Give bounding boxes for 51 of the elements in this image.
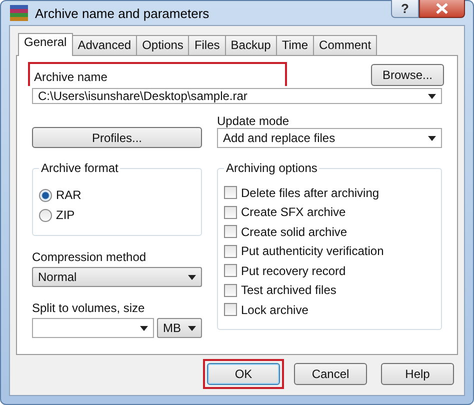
checkbox[interactable] xyxy=(224,225,237,238)
radio-button[interactable] xyxy=(39,208,52,222)
checkbox-label: Create solid archive xyxy=(241,224,348,239)
dropdown[interactable]: Add and replace files xyxy=(217,128,442,148)
tab[interactable]: Comment xyxy=(313,35,378,55)
checkbox[interactable] xyxy=(224,303,237,316)
profiles-button[interactable]: Profiles... xyxy=(32,127,202,148)
dialog-button[interactable]: Cancel xyxy=(294,363,367,385)
close-icon xyxy=(436,2,448,14)
dropdown[interactable]: C:\Users\isunshare\Desktop\sample.rar xyxy=(32,88,442,104)
dropdown[interactable]: MB xyxy=(157,318,202,338)
checkbox[interactable] xyxy=(224,206,237,219)
tab[interactable]: General xyxy=(18,33,73,56)
close-button[interactable] xyxy=(419,0,465,18)
dialog-button[interactable]: OK xyxy=(207,363,280,385)
app-icon xyxy=(9,4,29,22)
dialog-button[interactable]: Help xyxy=(381,363,454,385)
checkbox-label: Put recovery record xyxy=(241,264,346,278)
help-button[interactable]: ? xyxy=(391,0,419,18)
window-title: Archive name and parameters xyxy=(35,6,210,20)
checkbox-label: Delete files after archiving xyxy=(241,186,380,200)
tab[interactable]: Files xyxy=(188,35,226,55)
checkbox-label: Test archived files xyxy=(241,283,336,298)
field-label: Split to volumes, size xyxy=(32,301,146,315)
field-label: Compression method xyxy=(32,250,148,264)
dropdown-arrow-icon xyxy=(428,136,436,140)
checkbox[interactable] xyxy=(224,186,237,200)
field-label: Archive name xyxy=(34,70,108,84)
radio-label: ZIP xyxy=(56,208,75,222)
checkbox-label: Create SFX archive xyxy=(241,205,346,220)
radio-button[interactable] xyxy=(39,188,52,202)
dropdown-arrow-icon xyxy=(428,94,436,98)
checkbox-label: Lock archive xyxy=(241,302,308,317)
tab[interactable]: Backup xyxy=(224,35,277,55)
group-title: Archive format xyxy=(39,161,120,175)
dropdown-arrow-icon xyxy=(188,274,196,280)
checkbox[interactable] xyxy=(224,264,237,278)
field-label: Update mode xyxy=(217,114,290,128)
dropdown-arrow-icon xyxy=(140,326,148,330)
dropdown[interactable]: Normal xyxy=(32,267,202,287)
browse-button[interactable]: Browse... xyxy=(371,64,444,86)
checkbox[interactable] xyxy=(224,244,237,258)
group-title: Archiving options xyxy=(224,161,320,175)
radio-label: RAR xyxy=(56,188,82,202)
checkbox-label: Put authenticity verification xyxy=(241,244,384,258)
dropdown[interactable] xyxy=(32,318,154,338)
checkbox[interactable] xyxy=(224,284,237,297)
tab[interactable]: Advanced xyxy=(72,35,138,55)
tab[interactable]: Time xyxy=(276,35,314,55)
dropdown-arrow-icon xyxy=(188,326,196,330)
tab[interactable]: Options xyxy=(136,35,190,55)
